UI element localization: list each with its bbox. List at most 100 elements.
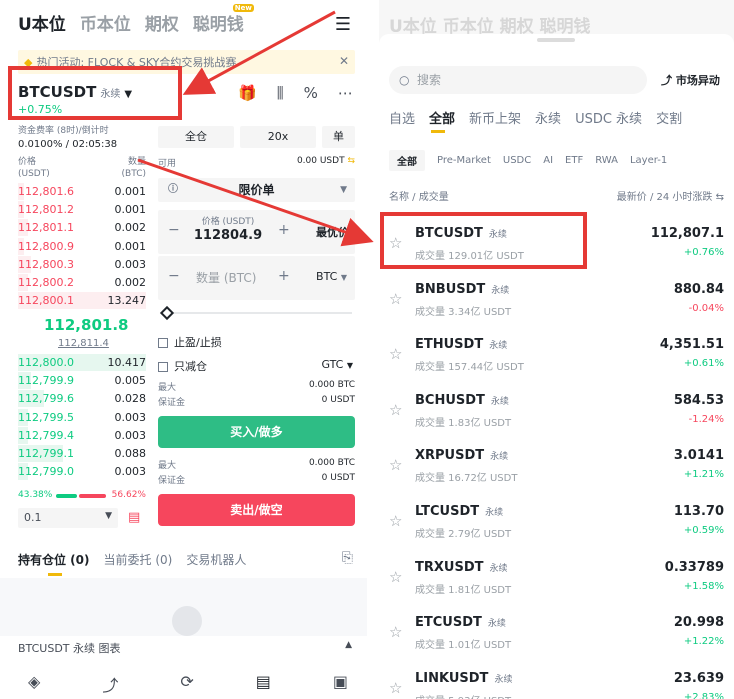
star-icon[interactable]: ☆ xyxy=(389,623,402,641)
market-row[interactable]: ☆ LTCUSDT 永续 成交量 2.79亿 USDT 113.70 +0.59% xyxy=(379,496,734,552)
market-movers-button[interactable]: ⤴ 市场异动 xyxy=(661,72,720,88)
markets-icon[interactable]: ⤴ xyxy=(102,672,118,696)
mark-price[interactable]: 112,811.4 xyxy=(58,338,109,349)
chart-bar[interactable]: BTCUSDT 永续 图表 ▲ xyxy=(18,640,358,656)
bid-row[interactable]: 112,799.1 0.088 xyxy=(18,445,146,462)
chip-premarket[interactable]: Pre-Market xyxy=(437,155,491,166)
orderbook-header: 价格 (USDT) 数量 (BTC) xyxy=(18,156,146,180)
reduce-only-checkbox[interactable]: 只减仓 xyxy=(158,358,207,374)
minus-icon[interactable]: − xyxy=(168,268,180,284)
plus-icon[interactable]: + xyxy=(278,268,290,284)
chip-all[interactable]: 全部 xyxy=(389,150,425,171)
tab-coinm[interactable]: 币本位 xyxy=(80,10,131,35)
position-mode-button[interactable]: 单 xyxy=(322,126,355,148)
bid-row[interactable]: 112,799.0 0.003 xyxy=(18,463,146,481)
bid-row[interactable]: 112,799.6 0.028 xyxy=(18,390,146,408)
sort-price-change[interactable]: 最新价 / 24 小时涨跌 ⇆ xyxy=(617,188,724,203)
bid-row[interactable]: 112,800.0 10.417 xyxy=(18,354,146,371)
tab-favorites[interactable]: 自选 xyxy=(389,108,415,127)
market-row[interactable]: ☆ ETHUSDT 永续 成交量 157.44亿 USDT 4,351.51 +0.61% xyxy=(379,329,734,385)
ask-row[interactable]: 112,800.1 13.247 xyxy=(18,292,146,310)
tab-all[interactable]: 全部 xyxy=(429,108,455,127)
market-row[interactable]: ☆ BNBUSDT 永续 成交量 3.34亿 USDT 880.84 -0.04% xyxy=(379,274,734,330)
drag-handle[interactable] xyxy=(537,38,575,42)
tab-trading-bots[interactable]: 交易机器人 xyxy=(186,551,246,568)
home-icon[interactable]: ◈ xyxy=(28,672,40,696)
ask-row[interactable]: 112,800.3 0.003 xyxy=(18,255,146,273)
last-price[interactable]: 112,801.8 xyxy=(44,316,128,334)
market-row[interactable]: ☆ ETCUSDT 永续 成交量 1.01亿 USDT 20.998 +1.22% xyxy=(379,607,734,663)
search-input[interactable]: ○ 搜索 xyxy=(389,66,647,94)
transfer-icon[interactable]: ⇆ xyxy=(347,156,355,166)
candlestick-icon[interactable]: ⫼ xyxy=(277,84,284,102)
star-icon[interactable]: ☆ xyxy=(389,345,402,363)
bid-row[interactable]: 112,799.4 0.003 xyxy=(18,426,146,444)
futures-icon[interactable]: ▤ xyxy=(256,672,271,696)
tab-positions[interactable]: 持有仓位 (0) xyxy=(18,551,90,568)
chip-rwa[interactable]: RWA xyxy=(595,155,618,166)
margin-mode-button[interactable]: 全仓 xyxy=(158,126,234,148)
tif-select[interactable]: GTC ▼ xyxy=(321,358,353,371)
leverage-button[interactable]: 20x xyxy=(240,126,316,148)
wallet-icon[interactable]: ▣ xyxy=(333,672,348,696)
document-icon[interactable]: ⎘ xyxy=(342,550,353,566)
buy-max: 最大 0.000 BTC xyxy=(158,380,355,393)
buy-long-button[interactable]: 买入/做多 xyxy=(158,416,355,448)
ask-price: 112,801.2 xyxy=(18,203,74,217)
ask-row[interactable]: 112,800.9 0.001 xyxy=(18,237,146,255)
star-icon[interactable]: ☆ xyxy=(389,512,402,530)
tab-smart-money[interactable]: 聪明钱 New xyxy=(193,4,254,35)
star-icon[interactable]: ☆ xyxy=(389,290,402,308)
quantity-input[interactable]: − 数量 (BTC) + BTC ▼ xyxy=(158,256,355,300)
more-icon[interactable]: ⋯ xyxy=(338,84,353,102)
ask-row[interactable]: 112,800.2 0.002 xyxy=(18,274,146,291)
market-row[interactable]: ☆ LINKUSDT 永续成交量 5.93亿 USDT 23.639 +2.83% xyxy=(379,663,734,699)
star-icon[interactable]: ☆ xyxy=(389,568,402,586)
plus-icon[interactable]: + xyxy=(278,222,290,238)
menu-icon[interactable]: ☰ xyxy=(335,14,351,35)
filter-chips: 全部 Pre-Market USDC AI ETF RWA Layer-1 xyxy=(389,150,667,171)
star-icon[interactable]: ☆ xyxy=(389,401,402,419)
best-price-button[interactable]: 最优价 xyxy=(316,224,349,240)
market-symbol-name: XRPUSDT xyxy=(415,448,485,464)
quantity-slider[interactable] xyxy=(159,305,352,321)
chip-ai[interactable]: AI xyxy=(543,155,553,166)
chip-usdc[interactable]: USDC xyxy=(503,155,531,166)
order-type-select[interactable]: ⓘ 限价单 ▼ xyxy=(158,178,355,202)
market-row[interactable]: ☆ XRPUSDT 永续 成交量 16.72亿 USDT 3.0141 +1.21% xyxy=(379,440,734,496)
tab-options[interactable]: 期权 xyxy=(145,10,179,35)
chip-etf[interactable]: ETF xyxy=(565,155,583,166)
sort-name-volume[interactable]: 名称 / 成交量 xyxy=(389,192,449,203)
bid-row[interactable]: 112,799.9 0.005 xyxy=(18,372,146,390)
tpsl-checkbox[interactable]: 止盈/止损 xyxy=(158,334,222,350)
star-icon[interactable]: ☆ xyxy=(389,456,402,474)
bid-row[interactable]: 112,799.5 0.003 xyxy=(18,408,146,426)
close-icon[interactable]: ✕ xyxy=(339,54,349,68)
orderbook-layout-icon[interactable]: ▤ xyxy=(128,510,140,525)
ask-row[interactable]: 112,801.1 0.002 xyxy=(18,219,146,237)
tab-delivery[interactable]: 交割 xyxy=(656,108,682,127)
tab-new-listing[interactable]: 新币上架 xyxy=(469,108,521,127)
calculator-icon[interactable]: % xyxy=(304,84,318,102)
price-input[interactable]: − 价格 (USDT) 112804.9 + 最优价 xyxy=(158,210,355,254)
star-icon[interactable]: ☆ xyxy=(389,679,402,697)
reduce-only-label: 只减仓 xyxy=(174,360,207,373)
market-symbol-name: ETHUSDT xyxy=(415,337,484,353)
ask-row[interactable]: 112,801.2 0.001 xyxy=(18,201,146,219)
tab-usdc-perpetual[interactable]: USDC 永续 xyxy=(575,108,642,127)
ask-row[interactable]: 112,801.6 0.001 xyxy=(18,183,146,200)
sell-short-button[interactable]: 卖出/做空 xyxy=(158,494,355,526)
market-row[interactable]: ☆ TRXUSDT 永续 成交量 1.81亿 USDT 0.33789 +1.58% xyxy=(379,552,734,608)
tab-open-orders[interactable]: 当前委托 (0) xyxy=(104,551,173,568)
depth-select[interactable]: 0.1 ▼ xyxy=(18,508,118,528)
market-price: 112,807.1 xyxy=(650,226,724,241)
slider-handle[interactable] xyxy=(159,305,175,321)
quantity-unit-select[interactable]: BTC ▼ xyxy=(316,270,347,283)
trade-icon[interactable]: ⟳ xyxy=(180,672,193,696)
gift-icon[interactable]: 🎁 xyxy=(238,84,257,102)
bottom-nav: ◈ ⤴ ⟳ ▤ ▣ xyxy=(28,672,348,696)
market-row[interactable]: ☆ BCHUSDT 永续 成交量 1.83亿 USDT 584.53 -1.24% xyxy=(379,385,734,441)
chip-layer1[interactable]: Layer-1 xyxy=(630,155,667,166)
tab-perpetual[interactable]: 永续 xyxy=(535,108,561,127)
tab-usdm[interactable]: U本位 xyxy=(18,10,66,35)
